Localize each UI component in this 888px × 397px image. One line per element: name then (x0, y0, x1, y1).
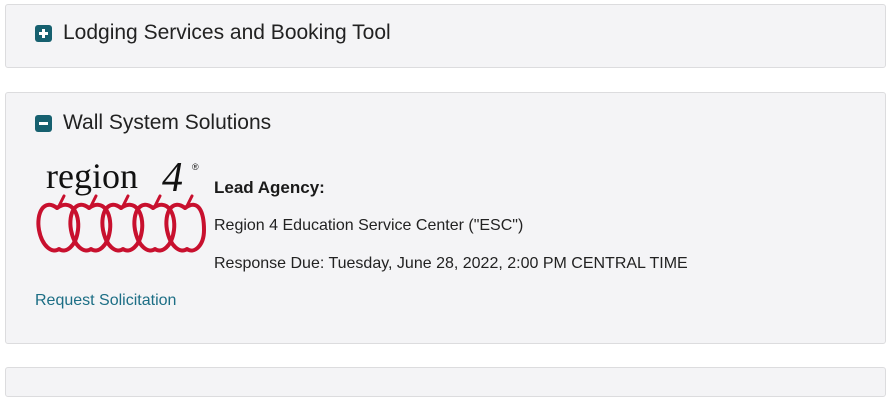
minus-square-icon[interactable] (35, 114, 52, 132)
accordion-panel-next[interactable] (5, 367, 886, 397)
accordion-panel-lodging: Lodging Services and Booking Tool (5, 4, 886, 68)
accordion-panel-wall-system: Wall System Solutions region 4 ® Lead Ag… (5, 92, 886, 344)
logo-number: 4 (162, 158, 183, 201)
logo-registered-mark: ® (192, 162, 199, 172)
logo-text: region (46, 158, 138, 196)
region4-logo: region 4 ® (36, 158, 206, 253)
panel-header-lodging[interactable]: Lodging Services and Booking Tool (35, 21, 391, 45)
agency-name: Region 4 Education Service Center ("ESC"… (214, 217, 524, 234)
request-solicitation-link[interactable]: Request Solicitation (35, 292, 176, 310)
apples-icon (36, 202, 206, 253)
panel-title[interactable]: Lodging Services and Booking Tool (63, 21, 391, 45)
response-due-text: Response Due: Tuesday, June 28, 2022, 2:… (214, 255, 688, 272)
plus-square-icon[interactable] (35, 24, 52, 42)
panel-header-wall-system[interactable]: Wall System Solutions (35, 111, 271, 135)
panel-title[interactable]: Wall System Solutions (63, 111, 271, 135)
lead-agency-label: Lead Agency: (214, 178, 325, 197)
